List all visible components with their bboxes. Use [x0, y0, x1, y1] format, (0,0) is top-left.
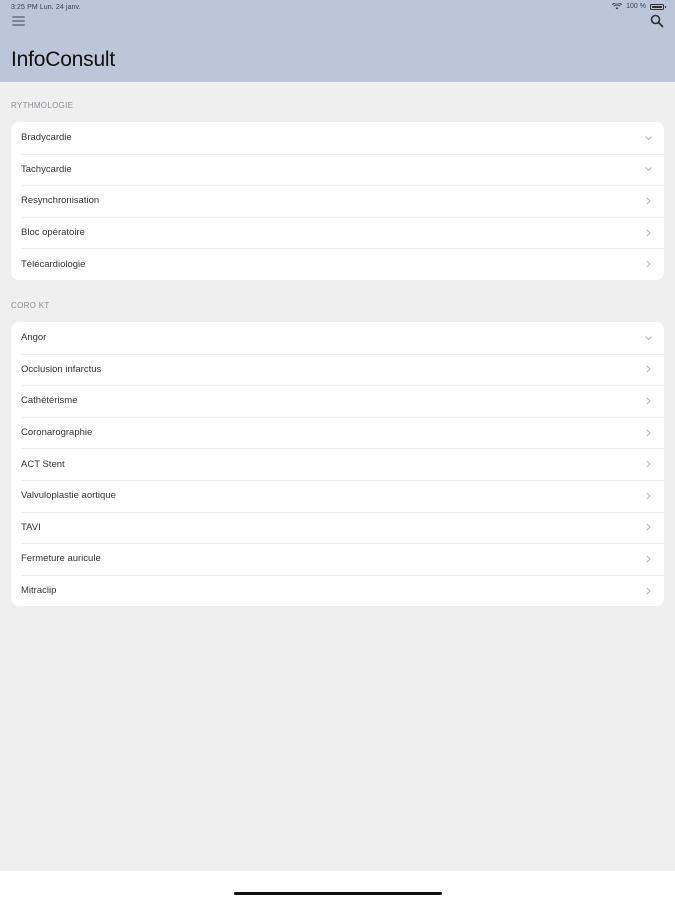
- status-bar: 3:25 PM Lun. 24 janv. 100 %: [0, 0, 675, 14]
- section-card-coro-kt: Angor Occlusion infarctus Cathétérisme C…: [11, 322, 664, 607]
- status-time: 3:25 PM Lun. 24 janv.: [11, 4, 81, 11]
- list-item[interactable]: Télécardiologie: [11, 248, 664, 280]
- list-item-label: Mitraclip: [21, 585, 57, 597]
- battery-percent: 100 %: [626, 3, 646, 10]
- chevron-down-icon: [645, 167, 652, 172]
- list-item-label: TAVI: [21, 521, 41, 533]
- list-item-label: Coronarographie: [21, 427, 93, 439]
- chevron-right-icon: [646, 366, 651, 373]
- list-item-label: Occlusion infarctus: [21, 363, 102, 375]
- home-indicator[interactable]: [234, 892, 442, 895]
- list-item-label: Tachycardie: [21, 163, 72, 175]
- chevron-right-icon: [646, 429, 651, 436]
- section-header-coro-kt: CORO KT: [11, 301, 50, 310]
- chevron-right-icon: [646, 260, 651, 268]
- list-item[interactable]: Angor: [11, 322, 664, 354]
- bottom-bar: [0, 871, 675, 900]
- status-indicators: 100 %: [612, 3, 666, 10]
- list-item-label: Télécardiologie: [21, 258, 86, 270]
- page-title: InfoConsult: [11, 48, 116, 71]
- chevron-down-icon: [645, 135, 652, 141]
- list-item[interactable]: ACT Stent: [11, 448, 664, 480]
- section-card-rythmologie: Bradycardie Tachycardie Resynchronisatio…: [11, 122, 664, 280]
- chevron-right-icon: [646, 555, 651, 563]
- chevron-right-icon: [646, 524, 651, 531]
- wifi-icon: [612, 3, 623, 10]
- list-item-label: Resynchronisation: [21, 195, 100, 207]
- list-item-label: Valvuloplastie aortique: [21, 490, 116, 502]
- chevron-right-icon: [646, 229, 651, 236]
- list-item-label: ACT Stent: [21, 458, 65, 470]
- list-item[interactable]: Fermeture auricule: [11, 543, 664, 575]
- chevron-down-icon: [645, 335, 652, 341]
- list-item[interactable]: Occlusion infarctus: [11, 353, 664, 386]
- navigation-header: 3:25 PM Lun. 24 janv. 100 % InfoConsult: [0, 0, 675, 82]
- list-item[interactable]: Tachycardie: [11, 153, 664, 186]
- list-item[interactable]: Mitraclip: [11, 574, 664, 607]
- list-item[interactable]: Bradycardie: [11, 122, 664, 154]
- list-item[interactable]: TAVI: [11, 511, 664, 544]
- search-icon[interactable]: [650, 14, 664, 28]
- chevron-right-icon: [646, 397, 651, 405]
- chevron-right-icon: [646, 197, 651, 205]
- list-item-label: Cathétérisme: [21, 395, 78, 407]
- list-item-label: Fermeture auricule: [21, 553, 101, 565]
- list-item-label: Bloc opératoire: [21, 227, 85, 239]
- list-item[interactable]: Bloc opératoire: [11, 216, 664, 249]
- menu-icon[interactable]: [12, 16, 25, 26]
- list-item[interactable]: Cathétérisme: [11, 385, 664, 417]
- chevron-right-icon: [646, 460, 651, 468]
- list-item-label: Angor: [21, 332, 47, 344]
- chevron-right-icon: [646, 492, 651, 500]
- list-item[interactable]: Valvuloplastie aortique: [11, 479, 664, 512]
- section-header-rythmologie: RYTHMOLOGIE: [11, 101, 74, 110]
- list-item[interactable]: Resynchronisation: [11, 185, 664, 217]
- list-item-label: Bradycardie: [21, 132, 72, 144]
- list-item[interactable]: Coronarographie: [11, 416, 664, 449]
- chevron-right-icon: [646, 587, 651, 594]
- battery-icon: [650, 3, 666, 10]
